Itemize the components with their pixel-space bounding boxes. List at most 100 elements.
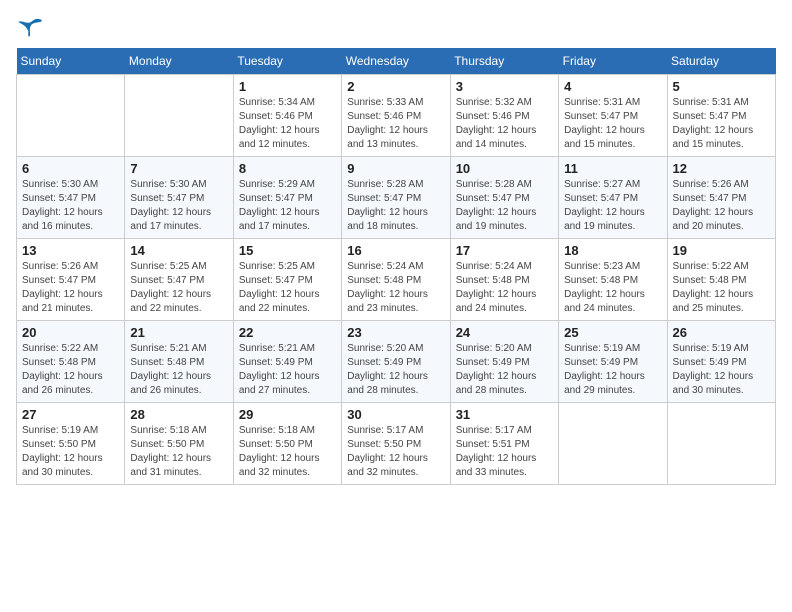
- calendar-cell: 31 Sunrise: 5:17 AM Sunset: 5:51 PM Dayl…: [450, 403, 558, 485]
- calendar-cell: 30 Sunrise: 5:17 AM Sunset: 5:50 PM Dayl…: [342, 403, 450, 485]
- daylight-text: Daylight: 12 hours and 13 minutes.: [347, 125, 428, 150]
- sunrise-text: Sunrise: 5:20 AM: [347, 343, 423, 354]
- day-number: 4: [564, 79, 661, 94]
- daylight-text: Daylight: 12 hours and 28 minutes.: [456, 371, 537, 396]
- day-number: 18: [564, 243, 661, 258]
- sunrise-text: Sunrise: 5:33 AM: [347, 97, 423, 108]
- sunset-text: Sunset: 5:48 PM: [347, 275, 421, 286]
- calendar-cell: 11 Sunrise: 5:27 AM Sunset: 5:47 PM Dayl…: [559, 157, 667, 239]
- sunrise-text: Sunrise: 5:19 AM: [564, 343, 640, 354]
- sunset-text: Sunset: 5:47 PM: [456, 193, 530, 204]
- calendar-cell: 26 Sunrise: 5:19 AM Sunset: 5:49 PM Dayl…: [667, 321, 775, 403]
- sunrise-text: Sunrise: 5:34 AM: [239, 97, 315, 108]
- sunrise-text: Sunrise: 5:26 AM: [22, 261, 98, 272]
- day-info: Sunrise: 5:22 AM Sunset: 5:48 PM Dayligh…: [22, 342, 119, 398]
- daylight-text: Daylight: 12 hours and 30 minutes.: [673, 371, 754, 396]
- day-number: 9: [347, 161, 444, 176]
- calendar-cell: [17, 75, 125, 157]
- sunrise-text: Sunrise: 5:30 AM: [22, 179, 98, 190]
- daylight-text: Daylight: 12 hours and 30 minutes.: [22, 453, 103, 478]
- calendar-cell: 5 Sunrise: 5:31 AM Sunset: 5:47 PM Dayli…: [667, 75, 775, 157]
- calendar-cell: 15 Sunrise: 5:25 AM Sunset: 5:47 PM Dayl…: [233, 239, 341, 321]
- column-header-thursday: Thursday: [450, 48, 558, 75]
- day-number: 13: [22, 243, 119, 258]
- sunset-text: Sunset: 5:48 PM: [130, 357, 204, 368]
- sunset-text: Sunset: 5:47 PM: [239, 193, 313, 204]
- sunrise-text: Sunrise: 5:31 AM: [673, 97, 749, 108]
- day-number: 26: [673, 325, 770, 340]
- calendar-week-row: 27 Sunrise: 5:19 AM Sunset: 5:50 PM Dayl…: [17, 403, 776, 485]
- logo-icon: [16, 16, 44, 38]
- day-number: 23: [347, 325, 444, 340]
- calendar-cell: [667, 403, 775, 485]
- day-info: Sunrise: 5:18 AM Sunset: 5:50 PM Dayligh…: [239, 424, 336, 480]
- sunset-text: Sunset: 5:48 PM: [22, 357, 96, 368]
- daylight-text: Daylight: 12 hours and 17 minutes.: [239, 207, 320, 232]
- sunrise-text: Sunrise: 5:17 AM: [456, 425, 532, 436]
- day-number: 16: [347, 243, 444, 258]
- sunrise-text: Sunrise: 5:24 AM: [456, 261, 532, 272]
- column-header-wednesday: Wednesday: [342, 48, 450, 75]
- calendar-cell: 13 Sunrise: 5:26 AM Sunset: 5:47 PM Dayl…: [17, 239, 125, 321]
- column-header-friday: Friday: [559, 48, 667, 75]
- calendar-cell: 10 Sunrise: 5:28 AM Sunset: 5:47 PM Dayl…: [450, 157, 558, 239]
- day-info: Sunrise: 5:27 AM Sunset: 5:47 PM Dayligh…: [564, 178, 661, 234]
- sunset-text: Sunset: 5:47 PM: [130, 275, 204, 286]
- day-info: Sunrise: 5:22 AM Sunset: 5:48 PM Dayligh…: [673, 260, 770, 316]
- day-info: Sunrise: 5:20 AM Sunset: 5:49 PM Dayligh…: [456, 342, 553, 398]
- sunset-text: Sunset: 5:46 PM: [347, 111, 421, 122]
- column-header-tuesday: Tuesday: [233, 48, 341, 75]
- day-info: Sunrise: 5:30 AM Sunset: 5:47 PM Dayligh…: [130, 178, 227, 234]
- sunset-text: Sunset: 5:50 PM: [347, 439, 421, 450]
- sunset-text: Sunset: 5:48 PM: [673, 275, 747, 286]
- sunrise-text: Sunrise: 5:29 AM: [239, 179, 315, 190]
- calendar-week-row: 13 Sunrise: 5:26 AM Sunset: 5:47 PM Dayl…: [17, 239, 776, 321]
- calendar-cell: 2 Sunrise: 5:33 AM Sunset: 5:46 PM Dayli…: [342, 75, 450, 157]
- day-info: Sunrise: 5:24 AM Sunset: 5:48 PM Dayligh…: [456, 260, 553, 316]
- sunrise-text: Sunrise: 5:26 AM: [673, 179, 749, 190]
- day-number: 12: [673, 161, 770, 176]
- sunset-text: Sunset: 5:47 PM: [564, 111, 638, 122]
- calendar-cell: 24 Sunrise: 5:20 AM Sunset: 5:49 PM Dayl…: [450, 321, 558, 403]
- sunset-text: Sunset: 5:49 PM: [673, 357, 747, 368]
- day-number: 28: [130, 407, 227, 422]
- day-info: Sunrise: 5:18 AM Sunset: 5:50 PM Dayligh…: [130, 424, 227, 480]
- daylight-text: Daylight: 12 hours and 29 minutes.: [564, 371, 645, 396]
- sunrise-text: Sunrise: 5:28 AM: [456, 179, 532, 190]
- day-number: 17: [456, 243, 553, 258]
- daylight-text: Daylight: 12 hours and 15 minutes.: [673, 125, 754, 150]
- day-number: 2: [347, 79, 444, 94]
- calendar-table: SundayMondayTuesdayWednesdayThursdayFrid…: [16, 48, 776, 485]
- day-info: Sunrise: 5:29 AM Sunset: 5:47 PM Dayligh…: [239, 178, 336, 234]
- sunset-text: Sunset: 5:47 PM: [22, 275, 96, 286]
- daylight-text: Daylight: 12 hours and 22 minutes.: [130, 289, 211, 314]
- daylight-text: Daylight: 12 hours and 18 minutes.: [347, 207, 428, 232]
- daylight-text: Daylight: 12 hours and 14 minutes.: [456, 125, 537, 150]
- sunrise-text: Sunrise: 5:32 AM: [456, 97, 532, 108]
- page-header: [16, 16, 776, 38]
- day-number: 8: [239, 161, 336, 176]
- calendar-cell: 25 Sunrise: 5:19 AM Sunset: 5:49 PM Dayl…: [559, 321, 667, 403]
- day-info: Sunrise: 5:19 AM Sunset: 5:49 PM Dayligh…: [673, 342, 770, 398]
- day-info: Sunrise: 5:24 AM Sunset: 5:48 PM Dayligh…: [347, 260, 444, 316]
- day-info: Sunrise: 5:26 AM Sunset: 5:47 PM Dayligh…: [673, 178, 770, 234]
- sunrise-text: Sunrise: 5:30 AM: [130, 179, 206, 190]
- sunset-text: Sunset: 5:50 PM: [22, 439, 96, 450]
- daylight-text: Daylight: 12 hours and 31 minutes.: [130, 453, 211, 478]
- calendar-cell: 9 Sunrise: 5:28 AM Sunset: 5:47 PM Dayli…: [342, 157, 450, 239]
- sunset-text: Sunset: 5:50 PM: [130, 439, 204, 450]
- sunset-text: Sunset: 5:48 PM: [564, 275, 638, 286]
- daylight-text: Daylight: 12 hours and 32 minutes.: [239, 453, 320, 478]
- calendar-cell: 21 Sunrise: 5:21 AM Sunset: 5:48 PM Dayl…: [125, 321, 233, 403]
- calendar-cell: 7 Sunrise: 5:30 AM Sunset: 5:47 PM Dayli…: [125, 157, 233, 239]
- daylight-text: Daylight: 12 hours and 16 minutes.: [22, 207, 103, 232]
- sunrise-text: Sunrise: 5:24 AM: [347, 261, 423, 272]
- day-number: 21: [130, 325, 227, 340]
- daylight-text: Daylight: 12 hours and 20 minutes.: [673, 207, 754, 232]
- calendar-cell: 19 Sunrise: 5:22 AM Sunset: 5:48 PM Dayl…: [667, 239, 775, 321]
- calendar-week-row: 20 Sunrise: 5:22 AM Sunset: 5:48 PM Dayl…: [17, 321, 776, 403]
- sunset-text: Sunset: 5:49 PM: [564, 357, 638, 368]
- daylight-text: Daylight: 12 hours and 23 minutes.: [347, 289, 428, 314]
- daylight-text: Daylight: 12 hours and 26 minutes.: [130, 371, 211, 396]
- daylight-text: Daylight: 12 hours and 19 minutes.: [564, 207, 645, 232]
